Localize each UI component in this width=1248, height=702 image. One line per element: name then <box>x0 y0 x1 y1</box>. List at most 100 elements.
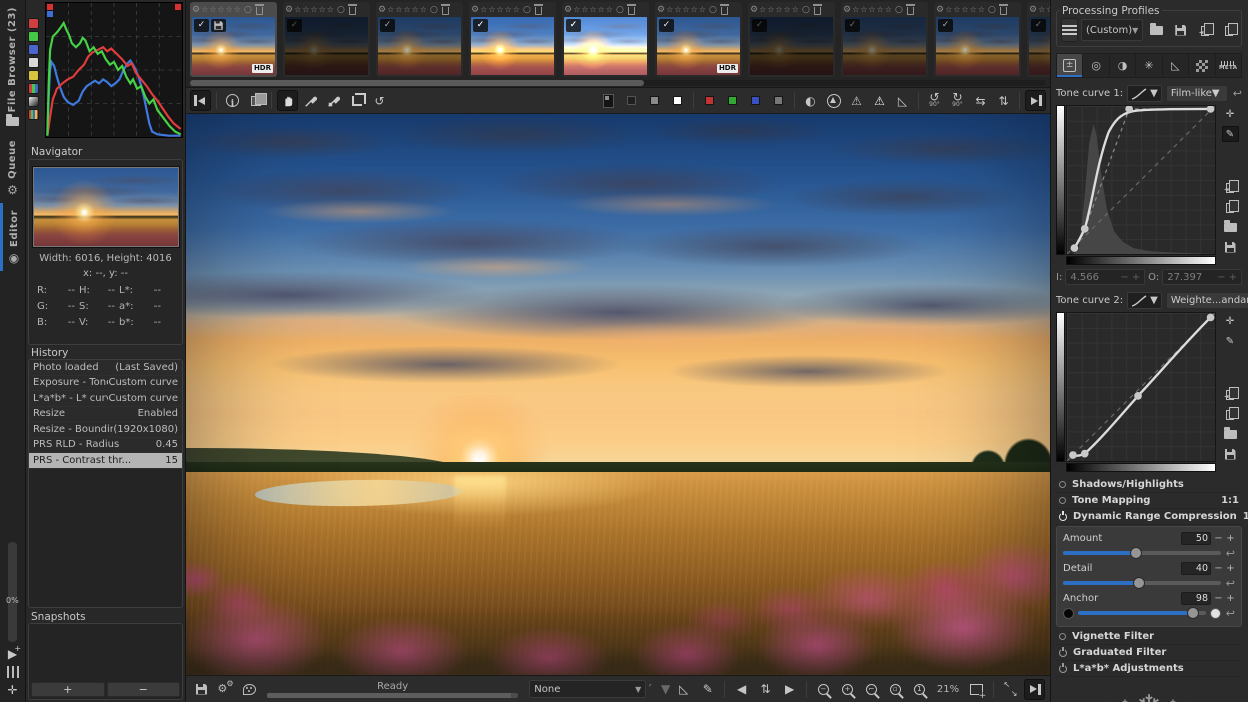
filmstrip-thumbnail[interactable]: ⚙ ☆ ☆ ☆ ☆ ☆ ○ ✓ HDR <box>841 2 928 77</box>
add-snapshot-button[interactable]: + <box>31 682 105 697</box>
filmstrip-thumbnail[interactable]: ⚙ ☆ ☆ ☆ ☆ ☆ ○ ✓ HDR <box>283 2 370 77</box>
star-icon[interactable]: ☆ <box>775 5 782 15</box>
filmstrip-thumbnail[interactable]: ⚙ ☆ ☆ ☆ ☆ ☆ ○ ✓ HDR <box>562 2 649 77</box>
save-curve-button[interactable] <box>1222 446 1239 462</box>
slider-value-field[interactable]: 40 <box>1181 561 1211 575</box>
navigator-preview-image[interactable] <box>31 166 180 248</box>
crop-tool-button[interactable] <box>346 90 367 111</box>
trash-icon[interactable] <box>254 4 264 15</box>
trash-icon[interactable] <box>440 4 450 15</box>
star-icon[interactable]: ☆ <box>970 5 977 15</box>
histogram-blue-toggle[interactable] <box>28 44 39 55</box>
star-icon[interactable]: ☆ <box>403 5 410 15</box>
load-curve-button[interactable] <box>1222 426 1239 442</box>
photo-canvas[interactable] <box>186 114 1050 675</box>
star-icon[interactable]: ☆ <box>217 5 224 15</box>
color-label-icon[interactable]: ○ <box>337 5 345 15</box>
curve-plot-2[interactable] <box>1066 312 1216 462</box>
slider-value-field[interactable]: 50 <box>1181 531 1211 545</box>
trash-icon[interactable] <box>533 4 543 15</box>
toggle-right-panel-button-bottom[interactable] <box>1023 678 1045 700</box>
star-icon[interactable]: ☆ <box>294 5 301 15</box>
reset-icon[interactable]: ↩ <box>1226 607 1235 620</box>
color-label-icon[interactable]: ○ <box>709 5 717 15</box>
profile-gear-icon[interactable]: ⚙ <box>378 5 386 15</box>
star-icon[interactable]: ☆ <box>767 5 774 15</box>
paste-curve-button[interactable] <box>1222 179 1239 195</box>
tab-queue[interactable]: Queue ⚙ <box>0 133 25 203</box>
remove-snapshot-button[interactable]: − <box>106 682 180 697</box>
slider-value-field[interactable]: 98 <box>1181 591 1211 605</box>
soft-proofing-button[interactable]: ▼ <box>649 679 670 700</box>
plus-icon[interactable]: + <box>1229 272 1237 283</box>
star-icon[interactable]: ☆ <box>395 5 402 15</box>
curve-output-field[interactable]: 27.397 − + <box>1162 269 1242 285</box>
history-row[interactable]: Resize - Bounding... (1920x1080) <box>29 422 182 438</box>
load-profile-button[interactable] <box>1146 20 1167 41</box>
star-icon[interactable]: ☆ <box>496 5 503 15</box>
soft-proof-gamut-button[interactable]: ✎ <box>697 679 718 700</box>
tool-off-icon[interactable] <box>1059 481 1066 488</box>
save-profile-button[interactable] <box>1170 20 1191 41</box>
background-color-button[interactable] <box>598 90 619 111</box>
history-row[interactable]: Photo loaded (Last Saved) <box>29 360 182 376</box>
filmstrip-thumbnail[interactable]: ⚙ ☆ ☆ ☆ ☆ ☆ ○ ✓ HDR <box>748 2 835 77</box>
history-row[interactable]: Resize Enabled <box>29 406 182 422</box>
star-icon[interactable]: ☆ <box>868 5 875 15</box>
star-icon[interactable]: ☆ <box>666 5 673 15</box>
star-icon[interactable]: ☆ <box>201 5 208 15</box>
paste-curve-button[interactable] <box>1222 386 1239 402</box>
color-label-icon[interactable]: ○ <box>523 5 531 15</box>
curve-input-field[interactable]: 4.566 − + <box>1065 269 1146 285</box>
sliders-icon[interactable] <box>6 666 19 678</box>
star-icon[interactable]: ☆ <box>319 5 326 15</box>
curve-mode-dropdown-1[interactable]: Film-like ▼ <box>1165 85 1228 102</box>
profile-gear-icon[interactable]: ⚙ <box>192 5 200 15</box>
edit-point-pointer-icon[interactable]: ✛ <box>1222 313 1239 329</box>
star-icon[interactable]: ☆ <box>589 5 596 15</box>
edit-point-pen-icon[interactable]: ✎ <box>1221 126 1239 142</box>
star-icon[interactable]: ☆ <box>852 5 859 15</box>
move-icon[interactable]: ✛ <box>7 684 17 696</box>
bg-dark-button[interactable] <box>621 90 642 111</box>
copy-profile-button[interactable] <box>1194 20 1215 41</box>
star-icon[interactable]: ☆ <box>792 5 799 15</box>
power-icon[interactable] <box>1059 648 1067 657</box>
star-icon[interactable]: ☆ <box>1038 5 1045 15</box>
trash-icon[interactable] <box>812 4 822 15</box>
profile-gear-icon[interactable]: ⚙ <box>285 5 293 15</box>
next-image-button[interactable]: ▶ <box>779 679 800 700</box>
sharpening-contrast-mask-button[interactable]: ◐ <box>800 90 821 111</box>
shadow-clipping-button[interactable]: ⚠ <box>846 90 867 111</box>
previous-image-button[interactable]: ◀ <box>731 679 752 700</box>
slider-track[interactable] <box>1078 607 1206 619</box>
highlight-clipping-button[interactable]: ⚠ <box>869 90 890 111</box>
tool-shadows-highlights[interactable]: Shadows/Highlights <box>1056 477 1242 493</box>
star-icon[interactable]: ☆ <box>209 5 216 15</box>
tab-detail[interactable]: ◎ <box>1083 54 1110 77</box>
history-row[interactable]: Exposure - Tone c... Custom curve <box>29 375 182 391</box>
zoom-fit-crop-button[interactable]: ▫ <box>885 679 906 700</box>
filmstrip-scrollbar-thumb[interactable] <box>190 80 644 86</box>
filmstrip-thumbnail[interactable]: ⚙ ☆ ☆ ☆ ☆ ☆ ○ ✓ HDR <box>376 2 463 77</box>
star-icon[interactable]: ☆ <box>226 5 233 15</box>
star-icon[interactable]: ☆ <box>573 5 580 15</box>
star-icon[interactable]: ☆ <box>234 5 241 15</box>
star-icon[interactable]: ☆ <box>310 5 317 15</box>
sync-filebrowser-button[interactable]: ⇅ <box>755 679 776 700</box>
triangle-plus-icon[interactable]: ▶ <box>8 643 22 660</box>
star-icon[interactable]: ☆ <box>674 5 681 15</box>
focus-mask-button[interactable]: ◺ <box>892 90 913 111</box>
paste-profile-button[interactable] <box>1218 20 1239 41</box>
profile-dropdown[interactable]: (Custom) ▼ <box>1081 19 1144 41</box>
preview-red-button[interactable] <box>699 90 720 111</box>
tool-vignette-filter[interactable]: Vignette Filter <box>1056 629 1242 645</box>
profile-gear-icon[interactable]: ⚙ <box>1029 5 1037 15</box>
tool-dynamic-range-compression[interactable]: Dynamic Range Compression 1:1 <box>1056 509 1248 525</box>
new-detail-window-button[interactable] <box>966 679 987 700</box>
power-icon[interactable] <box>1059 664 1067 673</box>
history-row[interactable]: L*a*b* - L* curve Custom curve <box>29 391 182 407</box>
thumbnail-image[interactable]: ✓ HDR <box>843 17 926 75</box>
star-icon[interactable]: ☆ <box>412 5 419 15</box>
rotate-right-button[interactable]: ↻ 90° <box>947 90 968 111</box>
